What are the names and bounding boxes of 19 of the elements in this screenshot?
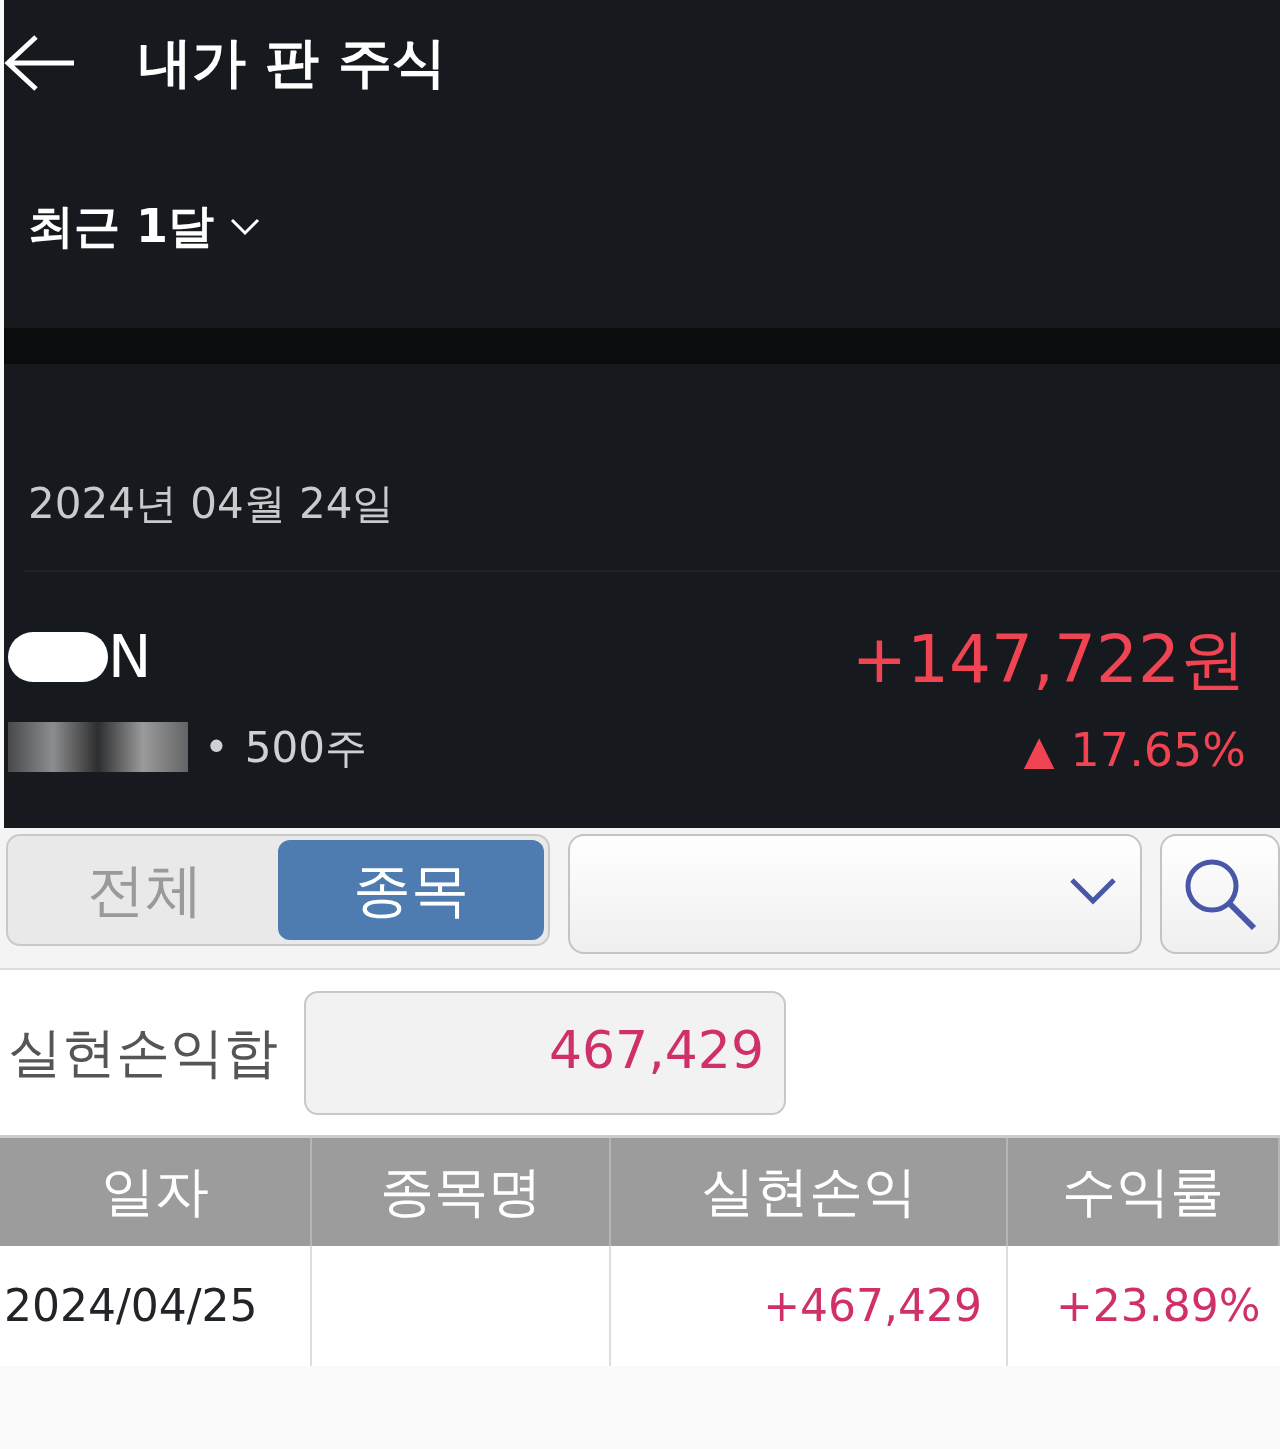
profit-amount: +147,722원 xyxy=(851,620,1246,700)
table-cell: 2024/04/25 xyxy=(0,1246,312,1366)
period-dropdown[interactable]: 최근 1달 xyxy=(28,192,261,261)
search-button[interactable] xyxy=(1160,834,1280,954)
profit-rate: 17.65% xyxy=(1070,721,1246,779)
table-cell-text: +23.89% xyxy=(1055,1279,1262,1333)
summary-value: 467,429 xyxy=(304,990,786,1115)
share-count: 500주 xyxy=(244,721,367,774)
tab[interactable]: 전체 xyxy=(12,840,278,940)
up-triangle-icon: ▲ xyxy=(1023,720,1055,780)
tab[interactable]: 종목 xyxy=(277,840,544,940)
back-icon[interactable] xyxy=(4,32,76,93)
page-title: 내가 판 주식 xyxy=(138,30,446,96)
chevron-down-icon xyxy=(230,217,261,236)
table-cell: +467,429 xyxy=(611,1246,1008,1366)
separator-dot: • xyxy=(204,721,229,774)
stock-name: N xyxy=(108,621,152,693)
summary-label: 실현손익합 xyxy=(8,1020,278,1086)
sale-date: 2024년 04월 24일 xyxy=(28,479,395,528)
